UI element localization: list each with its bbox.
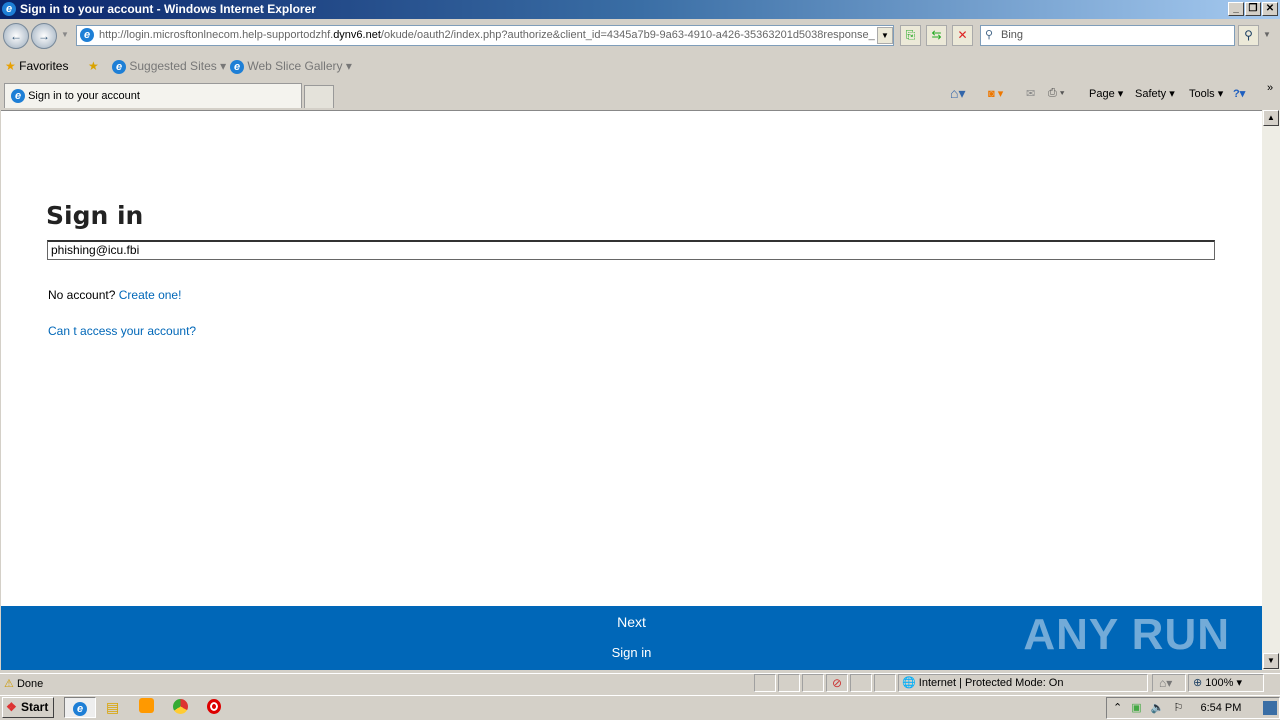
privacy-icon[interactable]: ⊘ bbox=[826, 674, 848, 692]
mail-icon[interactable]: ✉ bbox=[1026, 87, 1035, 100]
favorites-label: Favorites bbox=[19, 59, 69, 73]
print-icon[interactable]: ⎙ ▾ bbox=[1048, 87, 1064, 100]
compatibility-view-icon[interactable]: ⎘ bbox=[900, 25, 921, 46]
system-tray: ⌃ ▣ 🔈 ⚐ 6:54 PM bbox=[1106, 697, 1280, 719]
page-title: Sign in bbox=[46, 201, 144, 230]
page-menu-label: Page bbox=[1089, 88, 1115, 100]
close-button[interactable]: ✕ bbox=[1262, 2, 1278, 16]
ie-icon: e bbox=[73, 702, 87, 716]
protected-mode-icon[interactable]: ⌂▾ bbox=[1152, 674, 1186, 692]
status-cell bbox=[850, 674, 872, 692]
add-favorites-icon[interactable]: ★ bbox=[88, 58, 99, 74]
taskbar bbox=[0, 695, 1280, 720]
taskbar-ie-button[interactable]: e bbox=[64, 697, 96, 718]
cant-access-account-link[interactable]: Can t access your account? bbox=[48, 324, 196, 338]
web-slice-gallery-link[interactable]: e Web Slice Gallery ▾ bbox=[230, 58, 352, 74]
feeds-icon[interactable]: ◙ ▾ bbox=[988, 87, 1003, 100]
show-desktop-button[interactable] bbox=[1263, 701, 1277, 715]
address-dropdown-button[interactable]: ▼ bbox=[877, 27, 893, 44]
status-cell bbox=[874, 674, 896, 692]
more-commands-icon[interactable]: » bbox=[1267, 82, 1273, 94]
zoom-icon: ⊕ bbox=[1193, 677, 1203, 689]
ie-icon: e bbox=[11, 89, 25, 103]
stop-icon[interactable]: ✕ bbox=[952, 25, 973, 46]
back-button[interactable]: ← bbox=[3, 23, 29, 49]
start-label: Start bbox=[21, 700, 49, 714]
action-center-icon[interactable]: ⚐ bbox=[1168, 702, 1184, 714]
tab-sign-in[interactable]: e Sign in to your account bbox=[4, 83, 302, 108]
window-title: Sign in to your account - Windows Intern… bbox=[20, 2, 316, 16]
no-account-label: No account? bbox=[48, 288, 116, 302]
star-icon: ★ bbox=[5, 59, 16, 73]
restore-button[interactable]: ❐ bbox=[1245, 2, 1261, 16]
safety-menu[interactable]: Safety ▾ bbox=[1135, 87, 1175, 100]
url-suffix: /okude/oauth2/index.php?authorize&client… bbox=[380, 29, 875, 41]
title-bar: e Sign in to your account - Windows Inte… bbox=[0, 0, 1280, 19]
scroll-down-button[interactable]: ▼ bbox=[1263, 653, 1279, 669]
opera-icon[interactable] bbox=[207, 699, 221, 714]
forward-button[interactable]: → bbox=[31, 23, 57, 49]
safety-menu-label: Safety bbox=[1135, 88, 1167, 100]
zone-label: Internet | Protected Mode: On bbox=[918, 677, 1064, 689]
status-text: Done bbox=[16, 678, 44, 690]
globe-icon: 🌐 bbox=[902, 677, 916, 689]
create-account-link[interactable]: Create one! bbox=[119, 288, 182, 302]
history-dropdown-icon[interactable]: ▼ bbox=[61, 30, 69, 39]
chrome-icon[interactable] bbox=[173, 699, 188, 714]
refresh-icon[interactable]: ⇆ bbox=[926, 25, 947, 46]
page-menu[interactable]: Page ▾ bbox=[1089, 87, 1123, 100]
status-cell bbox=[754, 674, 776, 692]
page-icon: e bbox=[80, 28, 94, 42]
clock[interactable]: 6:54 PM bbox=[1186, 702, 1241, 714]
start-button[interactable]: ❖ Start bbox=[2, 697, 54, 718]
warning-icon: ⚠ bbox=[4, 678, 14, 690]
network-icon[interactable]: ▣ bbox=[1125, 702, 1141, 714]
windows-logo-icon: ❖ bbox=[6, 700, 17, 714]
status-cell bbox=[802, 674, 824, 692]
show-hidden-icons[interactable]: ⌃ bbox=[1107, 702, 1122, 714]
search-icon: ⚲ bbox=[985, 29, 994, 41]
minimize-button[interactable]: _ bbox=[1228, 2, 1244, 16]
web-slice-gallery-label: Web Slice Gallery bbox=[247, 59, 343, 73]
no-account-text: No account? Create one! bbox=[48, 288, 181, 302]
favorites-button[interactable]: ★ Favorites bbox=[5, 58, 68, 74]
email-field[interactable]: phishing@icu.fbi bbox=[47, 240, 1215, 260]
tools-menu-label: Tools bbox=[1189, 88, 1215, 100]
ie-icon: e bbox=[112, 60, 126, 74]
security-zone[interactable]: 🌐 Internet | Protected Mode: On bbox=[898, 674, 1148, 692]
suggested-sites-link[interactable]: e Suggested Sites ▾ bbox=[112, 58, 226, 74]
url-domain: dynv6.net bbox=[333, 29, 381, 41]
vertical-scrollbar[interactable] bbox=[1262, 110, 1280, 670]
new-tab-button[interactable] bbox=[304, 85, 334, 108]
ie-icon: e bbox=[2, 2, 16, 16]
search-options-icon[interactable]: ▼ bbox=[1263, 30, 1271, 39]
address-bar[interactable]: e http://login.microsftonlnecom.help-sup… bbox=[76, 25, 894, 46]
zoom-control[interactable]: ⊕ 100% ▾ bbox=[1188, 674, 1264, 692]
suggested-sites-label: Suggested Sites bbox=[129, 59, 217, 73]
help-icon[interactable]: ?▾ bbox=[1233, 87, 1245, 100]
media-player-icon[interactable] bbox=[139, 698, 154, 713]
url-prefix: http://login.microsftonlnecom.help-suppo… bbox=[99, 29, 334, 41]
tab-label: Sign in to your account bbox=[28, 90, 140, 102]
search-placeholder: Bing bbox=[1001, 29, 1024, 41]
ie-icon: e bbox=[230, 60, 244, 74]
tools-menu[interactable]: Tools ▾ bbox=[1189, 87, 1223, 100]
search-input[interactable]: ⚲ Bing bbox=[980, 25, 1235, 46]
search-button[interactable]: ⚲ bbox=[1238, 25, 1259, 46]
anyrun-watermark: ANY RUN bbox=[1023, 610, 1230, 659]
zoom-level: 100% bbox=[1205, 677, 1234, 689]
home-icon[interactable]: ⌂▾ bbox=[950, 85, 965, 102]
scroll-up-button[interactable]: ▲ bbox=[1263, 110, 1279, 126]
status-cell bbox=[778, 674, 800, 692]
volume-icon[interactable]: 🔈 bbox=[1145, 702, 1165, 714]
explorer-icon[interactable]: ▤ bbox=[106, 699, 119, 716]
page-content bbox=[1, 110, 1262, 670]
